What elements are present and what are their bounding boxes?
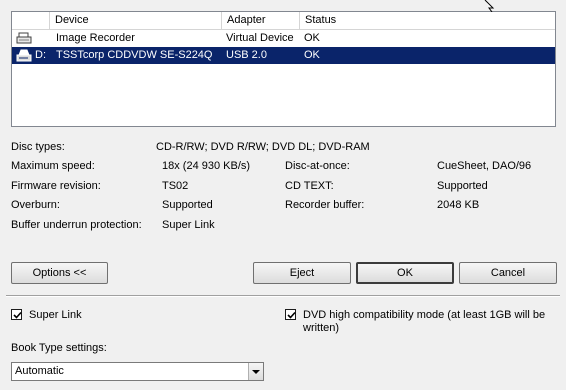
separator — [6, 295, 560, 297]
device-adapter: Virtual Device — [226, 32, 294, 44]
options-button[interactable]: Options << — [11, 262, 108, 284]
chevron-down-icon — [252, 370, 260, 374]
dvd-high-compat-label[interactable]: DVD high compatibility mode (at least 1G… — [303, 309, 545, 321]
device-drive-letter: D: — [35, 49, 46, 61]
device-status: OK — [304, 32, 320, 44]
optical-drive-icon — [16, 49, 32, 62]
book-type-value: Automatic — [15, 365, 64, 377]
device-name: TSSTcorp CDDVDW SE-S224Q — [56, 49, 213, 61]
checkmark-icon — [13, 311, 22, 319]
cd-text-label: CD TEXT: — [285, 180, 334, 192]
overburn-value: Supported — [162, 199, 213, 211]
firmware-value: TS02 — [162, 180, 189, 192]
checkmark-icon — [287, 311, 296, 319]
device-adapter: USB 2.0 — [226, 49, 267, 61]
recorder-buffer-value: 2048 KB — [437, 199, 480, 211]
disc-types-label: Disc types: — [11, 141, 65, 153]
buffer-protection-value: Super Link — [162, 219, 215, 231]
buffer-protection-label: Buffer underrun protection: — [11, 219, 142, 231]
column-header-adapter[interactable]: Adapter — [222, 12, 300, 29]
device-list[interactable]: Device Adapter Status Image Recorder Vir… — [11, 11, 556, 127]
cd-text-value: Supported — [437, 180, 488, 192]
ok-button[interactable]: OK — [356, 262, 454, 284]
firmware-label: Firmware revision: — [11, 180, 101, 192]
cancel-button[interactable]: Cancel — [459, 262, 557, 284]
column-header-icon[interactable] — [12, 12, 50, 29]
recorder-buffer-label: Recorder buffer: — [285, 199, 365, 211]
device-status: OK — [304, 49, 320, 61]
disc-at-once-label: Disc-at-once: — [285, 160, 350, 172]
dvd-high-compat-checkbox[interactable] — [285, 309, 296, 320]
disc-at-once-value: CueSheet, DAO/96 — [437, 160, 532, 172]
super-link-checkbox[interactable] — [11, 309, 22, 320]
eject-button[interactable]: Eject — [253, 262, 351, 284]
device-row-selected[interactable]: D: TSSTcorp CDDVDW SE-S224Q USB 2.0 OK — [12, 47, 555, 64]
dvd-high-compat-label-continued[interactable]: written) — [303, 322, 339, 334]
dropdown-button[interactable] — [248, 363, 263, 380]
device-list-header: Device Adapter Status — [12, 12, 555, 30]
overburn-label: Overburn: — [11, 199, 60, 211]
device-name: Image Recorder — [56, 32, 135, 44]
book-type-select[interactable]: Automatic — [11, 362, 264, 381]
max-speed-value: 18x (24 930 KB/s) — [162, 160, 251, 172]
book-type-label: Book Type settings: — [11, 342, 107, 354]
max-speed-label: Maximum speed: — [11, 160, 95, 172]
disc-types-value: CD-R/RW; DVD R/RW; DVD DL; DVD-RAM — [156, 141, 370, 153]
device-row[interactable]: Image Recorder Virtual Device OK — [12, 30, 555, 47]
mouse-cursor-icon — [484, 0, 495, 12]
recorder-icon — [16, 32, 32, 44]
column-header-status[interactable]: Status — [300, 12, 555, 29]
super-link-label[interactable]: Super Link — [29, 309, 82, 321]
column-header-device[interactable]: Device — [50, 12, 222, 29]
